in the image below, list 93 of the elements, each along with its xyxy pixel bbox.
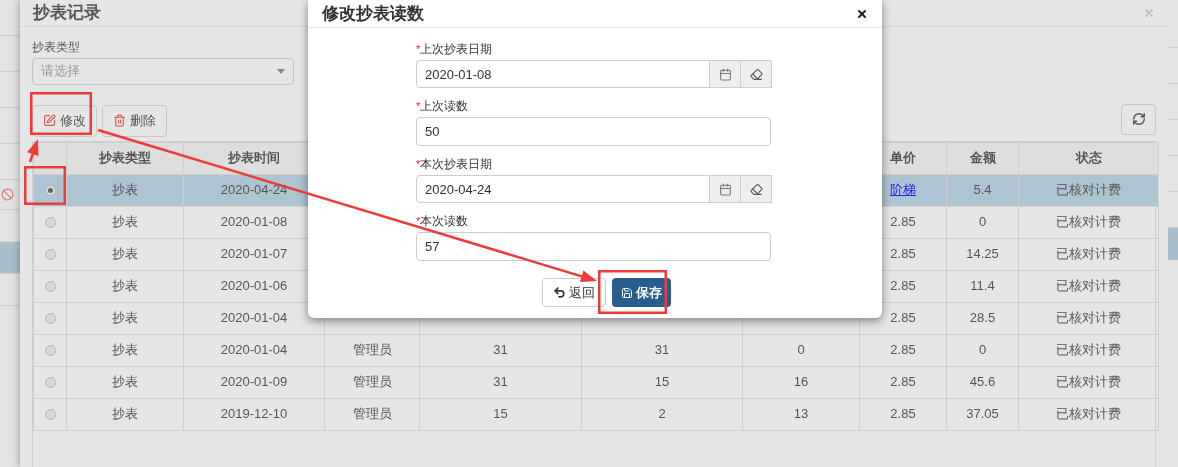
field-label: 上次抄表日期 [420, 41, 493, 58]
table-cell: 2.85 [859, 398, 947, 430]
filter-label: 抄表类型 [32, 38, 80, 56]
radio-button[interactable] [44, 185, 56, 197]
refresh-icon [1131, 112, 1146, 126]
highlighted-row [0, 242, 20, 274]
table-cell: 0 [742, 334, 860, 366]
table-cell: 已核对计费 [1018, 398, 1159, 430]
back-button[interactable]: 返回 [541, 278, 606, 307]
radio-button[interactable] [44, 217, 56, 229]
clear-button[interactable] [741, 60, 772, 88]
edit-icon [43, 114, 56, 127]
table-cell: 已核对计费 [1018, 366, 1159, 398]
calendar-icon [718, 182, 732, 196]
close-icon[interactable] [856, 7, 868, 20]
dialog-title: 抄表记录 [33, 2, 101, 24]
table-cell: 2020-01-04 [183, 334, 325, 366]
dialog-title: 修改抄表读数 [322, 2, 424, 25]
table-cell: 31 [581, 334, 743, 366]
column-header: 状态 [1018, 142, 1159, 174]
table-cell: 14.25 [946, 238, 1019, 270]
required-mark: * [416, 41, 421, 57]
table-cell: 2 [581, 398, 743, 430]
radio-button[interactable] [44, 281, 56, 293]
input-field[interactable]: 50 [416, 117, 771, 146]
table-cell: 已核对计费 [1018, 302, 1159, 334]
table-cell: 抄表 [66, 238, 184, 270]
input-field[interactable]: 57 [416, 232, 771, 261]
required-mark: * [416, 156, 421, 172]
table-cell: 31 [419, 366, 582, 398]
radio-button[interactable] [44, 345, 56, 357]
date-field[interactable]: 2020-04-24 [416, 175, 710, 203]
table-cell: 37.05 [946, 398, 1019, 430]
table-cell: 11.4 [946, 270, 1019, 302]
annotation-box [598, 270, 667, 314]
date-field[interactable]: 2020-01-08 [416, 60, 710, 88]
radio-button[interactable] [44, 377, 56, 389]
save-icon [620, 286, 633, 299]
calendar-button[interactable] [710, 60, 741, 88]
table-cell: 已核对计费 [1018, 238, 1159, 270]
table-cell: 2019-12-10 [183, 398, 325, 430]
table-cell: 管理员 [324, 334, 420, 366]
table-cell: 管理员 [324, 398, 420, 430]
table-cell: 抄表 [66, 302, 184, 334]
table-cell: 5.4 [946, 174, 1019, 206]
table-cell: 0 [946, 334, 1019, 366]
table-cell: 15 [419, 398, 582, 430]
field-label: 本次抄表日期 [420, 156, 493, 173]
delete-button[interactable]: 删除 [102, 104, 167, 137]
caret-icon [277, 68, 285, 74]
ban-icon [1, 188, 14, 201]
table-cell: 2020-01-09 [183, 366, 325, 398]
radio-button[interactable] [44, 249, 56, 261]
radio-button[interactable] [44, 409, 56, 421]
table-cell: 31 [419, 334, 582, 366]
table-cell: 已核对计费 [1018, 206, 1159, 238]
refresh-button[interactable] [1121, 103, 1156, 135]
table-cell: 45.6 [946, 366, 1019, 398]
table-cell: 抄表 [66, 270, 184, 302]
annotation-box [24, 166, 66, 205]
table-cell: 15 [581, 366, 743, 398]
save-button[interactable]: 保存 [611, 278, 671, 307]
table-cell: 抄表 [66, 398, 184, 430]
calendar-icon [718, 67, 732, 81]
table-cell: 0 [946, 206, 1019, 238]
trash-icon [113, 114, 126, 127]
table-cell: 2.85 [859, 366, 947, 398]
eraser-icon [749, 182, 763, 196]
table-cell: 2.85 [859, 334, 947, 366]
highlighted-row [1168, 228, 1178, 260]
table-cell: 抄表 [66, 334, 184, 366]
annotation-arrow [27, 139, 39, 163]
eraser-icon [749, 67, 763, 81]
clear-button[interactable] [741, 175, 772, 203]
field-label: 本次读数 [420, 213, 469, 230]
table-cell: 已核对计费 [1018, 174, 1159, 206]
table-cell: 已核对计费 [1018, 334, 1159, 366]
return-icon [552, 286, 566, 299]
field-label: 上次读数 [420, 98, 469, 115]
table-cell: 抄表 [66, 206, 184, 238]
required-mark: * [416, 98, 421, 114]
radio-button[interactable] [44, 313, 56, 325]
table-cell: 已核对计费 [1018, 270, 1159, 302]
annotation-box [30, 92, 92, 135]
table-cell: 管理员 [324, 366, 420, 398]
table-cell: 13 [742, 398, 860, 430]
required-mark: * [416, 213, 421, 229]
table-cell: 抄表 [66, 366, 184, 398]
calendar-button[interactable] [710, 175, 741, 203]
table-cell: 28.5 [946, 302, 1019, 334]
pricing-link[interactable]: 阶梯 [890, 182, 916, 198]
column-header: 金额 [946, 142, 1019, 174]
table-cell: 16 [742, 366, 860, 398]
